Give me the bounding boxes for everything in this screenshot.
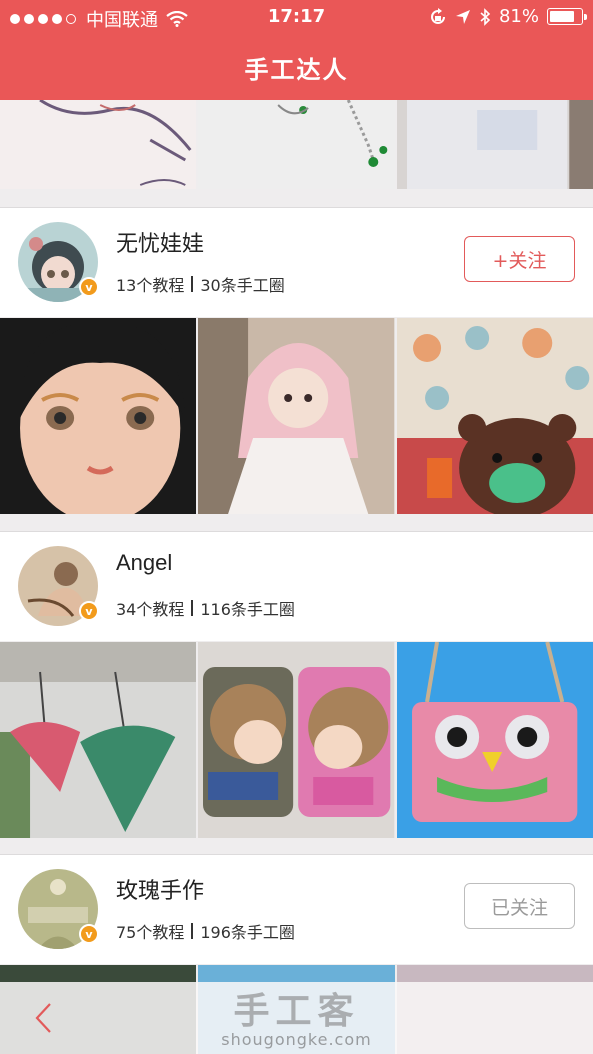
circle-count[interactable]: 30条手工圈	[200, 272, 284, 296]
follow-button[interactable]: +关注	[464, 236, 575, 282]
user-card-header[interactable]: v 无忧娃娃 13个教程 30条手工圈 +关注	[0, 207, 593, 317]
tutorial-photo[interactable]	[396, 642, 593, 838]
watermark: 手工客 shougongke.com	[0, 982, 593, 1049]
user-stats: 13个教程 30条手工圈	[116, 272, 285, 296]
tutorial-photo[interactable]	[396, 100, 593, 189]
circle-count[interactable]: 196条手工圈	[200, 919, 295, 943]
photo-row-user-2	[0, 642, 593, 838]
tutorial-photo[interactable]	[0, 318, 197, 514]
tutorial-count[interactable]: 75个教程	[116, 919, 184, 943]
user-name[interactable]: Angel	[116, 550, 172, 576]
bottom-bar: 手工客 shougongke.com	[0, 982, 593, 1054]
followed-button[interactable]: 已关注	[464, 883, 575, 929]
status-right: 81%	[429, 6, 587, 27]
orientation-lock-icon	[431, 7, 445, 24]
user-stats: 34个教程 116条手工圈	[116, 596, 295, 620]
battery-icon	[547, 8, 587, 25]
verified-badge-icon: v	[79, 277, 99, 297]
status-bar: 中国联通 17:17 81%	[0, 0, 593, 34]
battery-percent: 81%	[498, 6, 539, 27]
verified-badge-icon: v	[79, 924, 99, 944]
user-card-header[interactable]: v 玫瑰手作 75个教程 196条手工圈 已关注	[0, 854, 593, 964]
tutorial-photo[interactable]	[396, 318, 593, 514]
verified-badge-icon: v	[79, 601, 99, 621]
tutorial-count[interactable]: 34个教程	[116, 596, 184, 620]
location-icon	[455, 9, 470, 24]
user-name[interactable]: 玫瑰手作	[116, 873, 204, 905]
page-title: 手工达人	[244, 55, 349, 84]
photo-row-previous	[0, 100, 593, 189]
watermark-url: shougongke.com	[221, 1030, 372, 1049]
tutorial-count[interactable]: 13个教程	[116, 272, 184, 296]
battery-level	[550, 11, 574, 22]
nav-bar: 手工达人	[0, 34, 593, 100]
user-stats: 75个教程 196条手工圈	[116, 919, 295, 943]
stats-divider	[191, 923, 194, 939]
circle-count[interactable]: 116条手工圈	[200, 596, 295, 620]
user-name[interactable]: 无忧娃娃	[116, 226, 204, 258]
tutorial-photo[interactable]	[0, 642, 197, 838]
photo-row-user-1	[0, 318, 593, 514]
stats-divider	[191, 276, 194, 292]
stats-divider	[191, 600, 194, 616]
tutorial-photo[interactable]	[198, 318, 395, 514]
user-card-header[interactable]: v Angel 34个教程 116条手工圈	[0, 531, 593, 641]
tutorial-photo[interactable]	[198, 100, 395, 189]
bluetooth-icon	[480, 7, 491, 26]
tutorial-photo[interactable]	[198, 642, 395, 838]
watermark-title: 手工客	[233, 991, 360, 1032]
tutorial-photo[interactable]	[0, 100, 197, 189]
